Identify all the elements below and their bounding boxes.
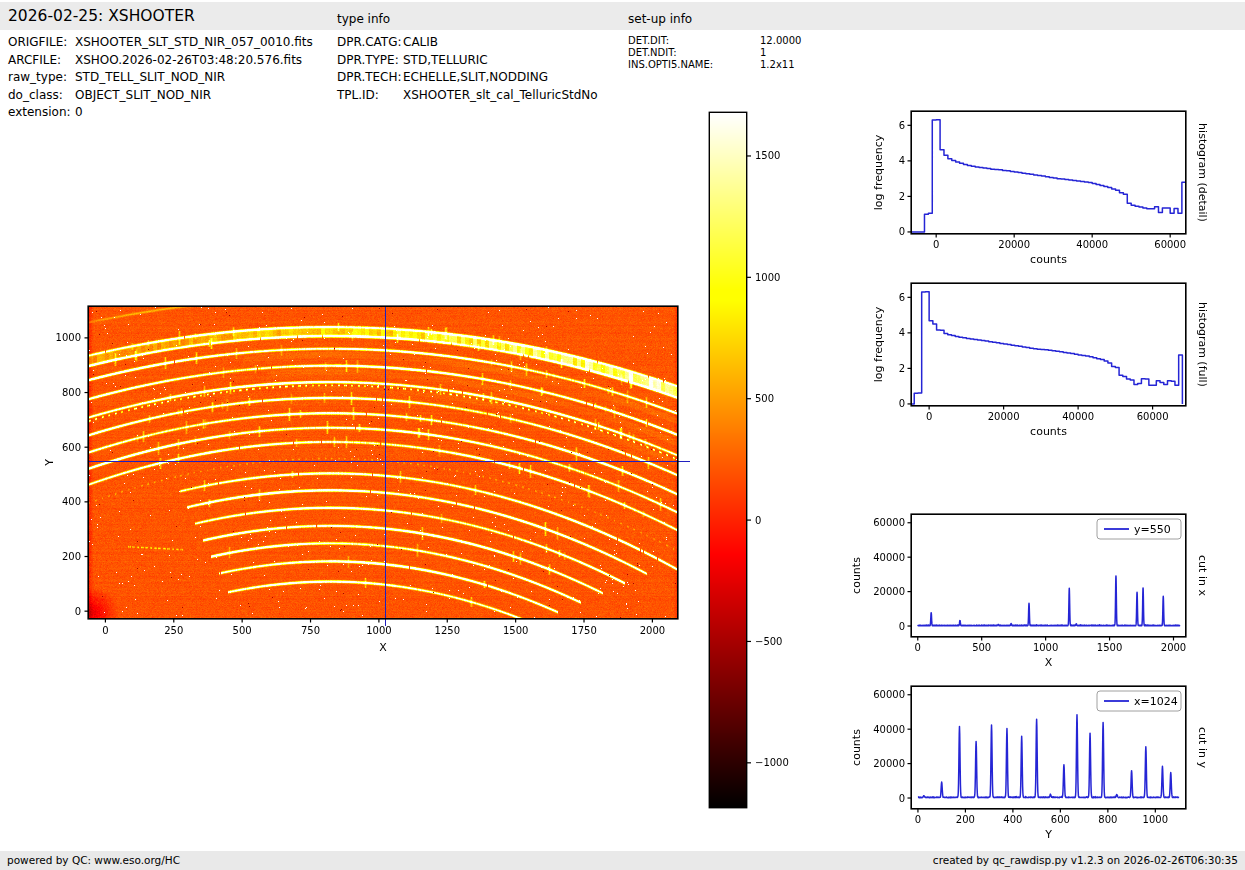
field-value: XSHOO.2026-02-26T03:48:20.576.fits <box>75 53 302 67</box>
footer-right: created by qc_rawdisp.py v1.2.3 on 2026-… <box>933 854 1238 866</box>
field-value: STD,TELLURIC <box>403 53 488 67</box>
field-label: INS.OPTI5.NAME: <box>628 59 760 70</box>
field-label: ARCFILE: <box>8 53 75 67</box>
field-value: XSHOOTER_slt_cal_TelluricStdNo <box>403 88 598 102</box>
field-value: STD_TELL_SLIT_NOD_NIR <box>75 70 225 84</box>
field-value: 1 <box>760 47 766 58</box>
type-info-row: DPR.TECH:ECHELLE,SLIT,NODDING <box>337 70 598 88</box>
qc-report-page: 2026-02-25: XSHOOTER type info set-up in… <box>0 0 1245 870</box>
field-label: extension: <box>8 105 75 119</box>
histogram-detail-plot <box>840 95 1245 280</box>
field-label: DPR.CATG: <box>337 35 403 49</box>
field-label: DPR.TYPE: <box>337 53 403 67</box>
detector-image-plot <box>30 290 710 670</box>
type-info-row: DPR.TYPE:STD,TELLURIC <box>337 53 598 71</box>
section-label-type-info: type info <box>337 12 390 26</box>
field-value: XSHOOTER_SLT_STD_NIR_057_0010.fits <box>75 35 313 49</box>
field-label: raw_type: <box>8 70 75 84</box>
footer-bar: powered by QC: www.eso.org/HC created by… <box>0 851 1245 870</box>
field-value: 0 <box>75 105 83 119</box>
colorbar <box>695 100 815 820</box>
type-info-block: DPR.CATG:CALIB DPR.TYPE:STD,TELLURIC DPR… <box>337 35 598 105</box>
header-bar: 2026-02-25: XSHOOTER type info set-up in… <box>0 2 1245 30</box>
field-label: ORIGFILE: <box>8 35 75 49</box>
field-value: OBJECT_SLIT_NOD_NIR <box>75 88 211 102</box>
histogram-full-plot <box>840 267 1245 452</box>
field-label: DPR.TECH: <box>337 70 403 84</box>
field-value: 1.2x11 <box>760 59 795 70</box>
setup-info-row: INS.OPTI5.NAME:1.2x11 <box>628 59 801 71</box>
field-label: DET.NDIT: <box>628 47 760 58</box>
field-value: ECHELLE,SLIT,NODDING <box>403 70 548 84</box>
field-label: DET.DIT: <box>628 35 760 46</box>
file-info-row: ARCFILE:XSHOO.2026-02-26T03:48:20.576.fi… <box>8 53 313 71</box>
type-info-row: TPL.ID:XSHOOTER_slt_cal_TelluricStdNo <box>337 88 598 106</box>
field-value: CALIB <box>403 35 438 49</box>
file-info-row: extension:0 <box>8 105 313 123</box>
cut-in-x-plot <box>840 498 1245 683</box>
type-info-row: DPR.CATG:CALIB <box>337 35 598 53</box>
file-info-row: do_class:OBJECT_SLIT_NOD_NIR <box>8 88 313 106</box>
file-info-row: ORIGFILE:XSHOOTER_SLT_STD_NIR_057_0010.f… <box>8 35 313 53</box>
file-info-block: ORIGFILE:XSHOOTER_SLT_STD_NIR_057_0010.f… <box>8 35 313 123</box>
footer-left: powered by QC: www.eso.org/HC <box>7 854 180 866</box>
section-label-setup-info: set-up info <box>628 12 692 26</box>
field-label: do_class: <box>8 88 75 102</box>
file-info-row: raw_type:STD_TELL_SLIT_NOD_NIR <box>8 70 313 88</box>
setup-info-row: DET.NDIT:1 <box>628 47 801 59</box>
cut-in-y-plot <box>840 670 1245 855</box>
field-value: 12.0000 <box>760 35 801 46</box>
setup-info-row: DET.DIT:12.0000 <box>628 35 801 47</box>
page-title: 2026-02-25: XSHOOTER <box>8 7 195 25</box>
field-label: TPL.ID: <box>337 88 403 102</box>
setup-info-block: DET.DIT:12.0000 DET.NDIT:1 INS.OPTI5.NAM… <box>628 35 801 71</box>
